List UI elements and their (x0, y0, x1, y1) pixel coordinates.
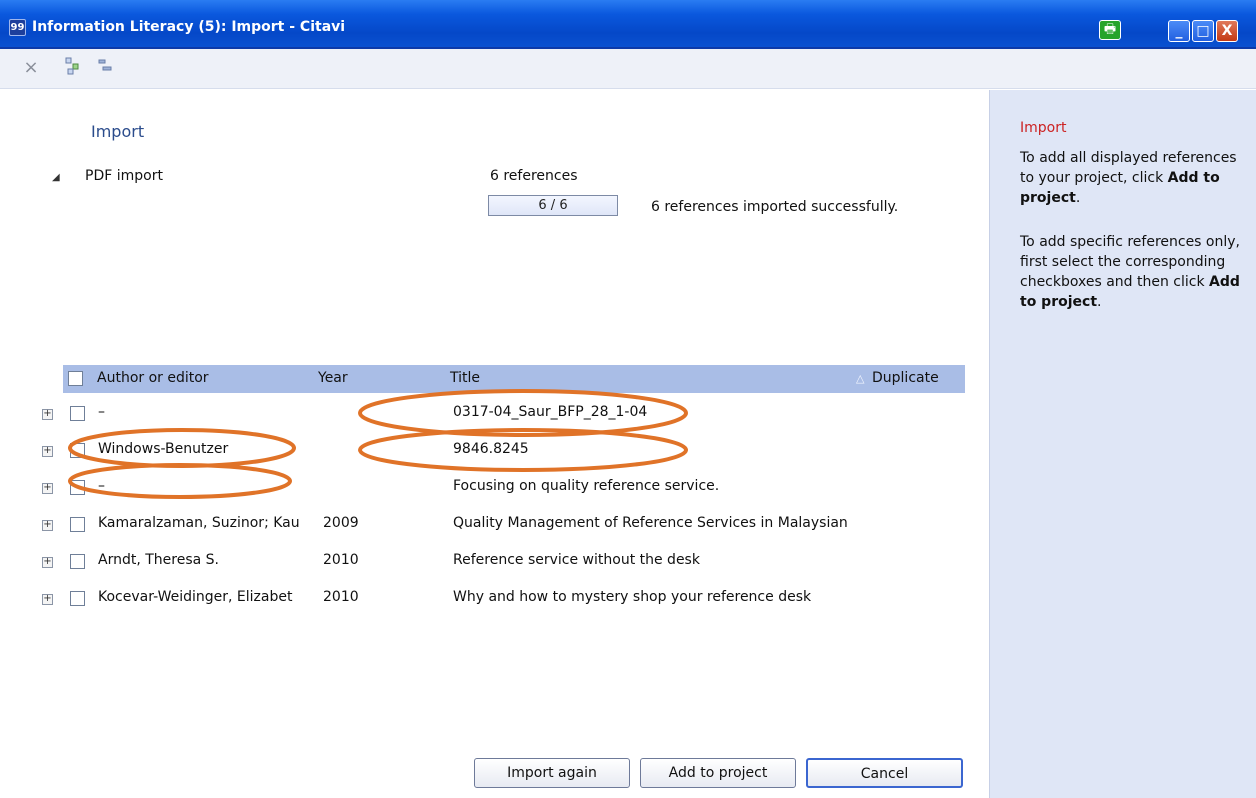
column-title[interactable]: Title (450, 370, 480, 386)
expand-row-icon[interactable]: + (42, 520, 53, 531)
collapse-all-icon[interactable] (94, 57, 116, 79)
toolbar: × (0, 49, 1256, 89)
delete-icon[interactable]: × (20, 57, 42, 79)
collapse-arrow-icon[interactable]: ◢ (52, 172, 60, 183)
column-author[interactable]: Author or editor (97, 370, 209, 386)
minimize-button[interactable]: _ (1168, 20, 1190, 42)
add-to-project-button[interactable]: Add to project (640, 758, 796, 788)
cell-author: Kocevar-Weidinger, Elizabet (98, 589, 293, 605)
expand-row-icon[interactable]: + (42, 557, 53, 568)
import-status-text: 6 references imported successfully. (651, 199, 899, 215)
row-checkbox[interactable] (70, 406, 85, 421)
row-checkbox[interactable] (70, 554, 85, 569)
cell-title: Reference service without the desk (453, 552, 700, 568)
help-text: To add specific references only, first s… (1020, 234, 1240, 290)
row-checkbox[interactable] (70, 517, 85, 532)
row-checkbox[interactable] (70, 591, 85, 606)
expand-row-icon[interactable]: + (42, 483, 53, 494)
cell-year: 2010 (323, 589, 359, 605)
window-title: Information Literacy (5): Import - Citav… (32, 19, 346, 35)
help-paragraph-1: To add all displayed references to your … (1020, 148, 1245, 208)
table-row[interactable]: + Kocevar-Weidinger, Elizabet 2010 Why a… (40, 582, 965, 614)
expand-all-icon[interactable] (62, 57, 84, 79)
import-heading: Import (91, 122, 145, 141)
table-row[interactable]: + – Focusing on quality reference servic… (40, 471, 965, 503)
cell-author: – (98, 404, 105, 420)
cell-title: Quality Management of Reference Services… (453, 515, 848, 531)
help-paragraph-2: To add specific references only, first s… (1020, 232, 1245, 312)
title-bar[interactable]: 99 Information Literacy (5): Import - Ci… (0, 0, 1256, 49)
expand-row-icon[interactable]: + (42, 409, 53, 420)
cell-year: 2010 (323, 552, 359, 568)
reference-count: 6 references (490, 168, 578, 184)
cell-author: Arndt, Theresa S. (98, 552, 219, 568)
table-row[interactable]: + Kamaralzaman, Suzinor; Kau 2009 Qualit… (40, 508, 965, 540)
cell-author: – (98, 478, 105, 494)
citavi-icon[interactable]: 99 (9, 19, 26, 36)
maximize-button[interactable]: □ (1192, 20, 1214, 42)
cell-title: 0317-04_Saur_BFP_28_1-04 (453, 404, 648, 420)
help-punctuation: . (1075, 190, 1081, 206)
cancel-button[interactable]: Cancel (806, 758, 963, 788)
row-checkbox[interactable] (70, 480, 85, 495)
help-punctuation: . (1097, 294, 1102, 310)
progress-text: 6 / 6 (538, 198, 568, 213)
select-all-checkbox[interactable] (68, 371, 83, 386)
column-year[interactable]: Year (318, 370, 348, 386)
cell-title: Why and how to mystery shop your referen… (453, 589, 812, 605)
expand-row-icon[interactable]: + (42, 446, 53, 457)
help-panel: Import To add all displayed references t… (989, 90, 1256, 798)
pdf-import-label: PDF import (85, 168, 163, 184)
import-again-button[interactable]: Import again (474, 758, 630, 788)
column-duplicate[interactable]: Duplicate (872, 370, 939, 386)
cell-year: 2009 (323, 515, 359, 531)
expand-row-icon[interactable]: + (42, 594, 53, 605)
table-header: Author or editor Year Title △ Duplicate (63, 365, 965, 393)
cell-title: 9846.8245 (453, 441, 529, 457)
cell-title: Focusing on quality reference service. (453, 478, 720, 494)
row-checkbox[interactable] (70, 443, 85, 458)
table-row[interactable]: + Windows-Benutzer 9846.8245 (40, 434, 965, 466)
table-row[interactable]: + – 0317-04_Saur_BFP_28_1-04 (40, 397, 965, 429)
print-icon[interactable]: 🖶 (1099, 20, 1121, 40)
help-title: Import (1020, 120, 1067, 136)
import-progress-bar: 6 / 6 (488, 195, 618, 216)
sort-ascending-icon: △ (856, 372, 865, 385)
cell-author: Windows-Benutzer (98, 441, 229, 457)
table-row[interactable]: + Arndt, Theresa S. 2010 Reference servi… (40, 545, 965, 577)
close-button[interactable]: X (1216, 20, 1238, 42)
cell-author: Kamaralzaman, Suzinor; Kau (98, 515, 300, 531)
